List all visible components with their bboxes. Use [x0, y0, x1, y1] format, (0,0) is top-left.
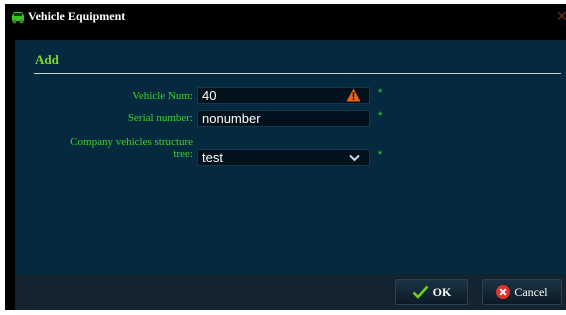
warning-icon [346, 88, 361, 102]
required-mark: * [378, 110, 383, 122]
ok-button-label: OK [432, 284, 452, 299]
section-divider [34, 73, 561, 74]
cancel-icon [496, 285, 511, 299]
vehicle-equipment-dialog: Vehicle Equipment ✕ Add Vehicle Num: * S… [5, 4, 566, 310]
structure-tree-select[interactable]: test [197, 149, 370, 166]
serial-number-input[interactable] [197, 110, 370, 127]
form-panel: Add Vehicle Num: * Serial number: * Comp… [15, 40, 566, 274]
vehicle-num-input[interactable] [197, 87, 370, 104]
dialog-footer: OK Cancel [15, 274, 566, 310]
dialog-title: Vehicle Equipment [28, 9, 126, 23]
required-mark: * [378, 149, 383, 161]
ok-button[interactable]: OK [395, 279, 468, 305]
dialog-titlebar[interactable]: Vehicle Equipment ✕ [5, 4, 566, 30]
serial-number-label: Serial number: [127, 112, 193, 124]
cancel-button[interactable]: Cancel [482, 279, 562, 305]
close-icon[interactable]: ✕ [556, 8, 566, 24]
vehicle-num-label: Vehicle Num: [132, 90, 193, 102]
structure-tree-value: test [202, 150, 223, 165]
section-title: Add [35, 52, 59, 67]
structure-tree-label: Company vehicles structure tree: [70, 136, 193, 160]
check-icon [412, 285, 429, 299]
cancel-button-label: Cancel [514, 284, 548, 299]
required-mark: * [378, 87, 383, 99]
vehicle-icon [12, 12, 24, 24]
chevron-down-icon[interactable] [349, 154, 360, 162]
